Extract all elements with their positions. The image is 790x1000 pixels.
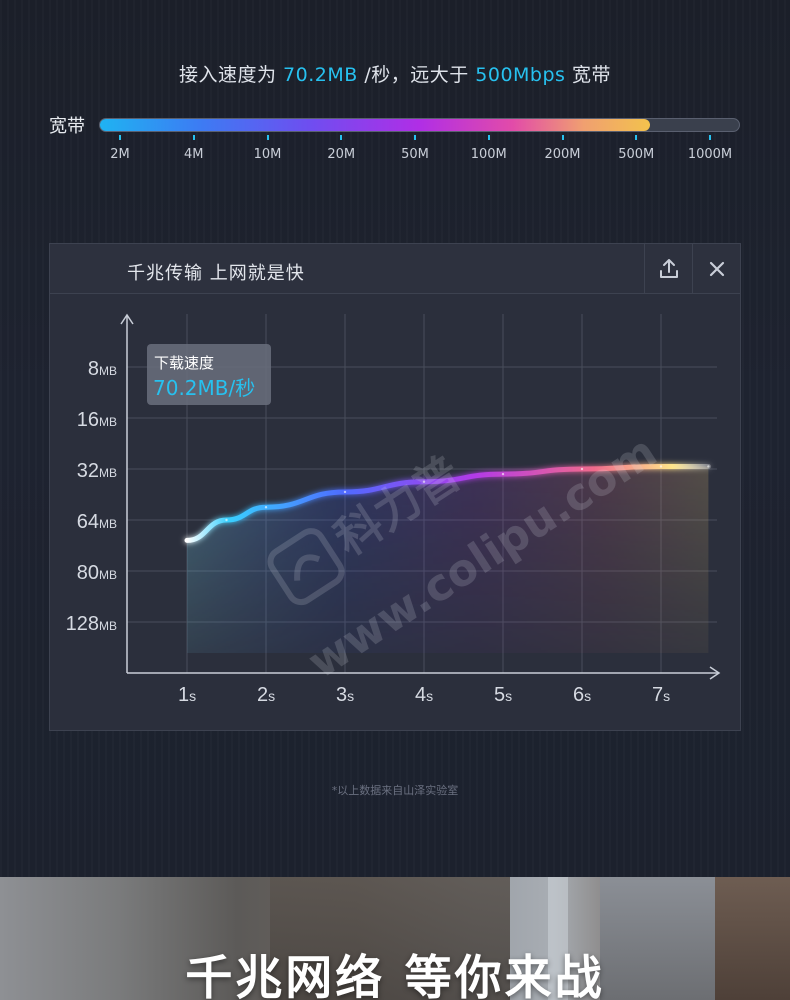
- series-point: [580, 467, 584, 471]
- bandwidth-tick-label: 10M: [253, 147, 282, 162]
- series-point: [185, 539, 189, 542]
- bandwidth-tick: [340, 135, 343, 140]
- series-point: [501, 472, 505, 476]
- footnote: *以上数据来自山泽实验室: [331, 784, 459, 797]
- x-tick-label: 3s: [336, 684, 354, 706]
- headline-speed: 70.2MB: [283, 64, 358, 86]
- banner-title: 千兆网络 等你来战: [185, 951, 605, 1000]
- bandwidth-tick: [192, 135, 195, 140]
- bandwidth-tick-label: 1000M: [687, 147, 733, 162]
- speed-line-chart: 128MB 80MB 64MB 32MB 16MB 8MB 1s 2s 3s 4s 5s 6s 7s 下载…: [66, 313, 721, 706]
- bandwidth-bar: [99, 118, 740, 132]
- series-point: [422, 480, 426, 483]
- bandwidth-tick-label: 500M: [618, 147, 655, 162]
- bandwidth-tick: [635, 135, 638, 140]
- bandwidth-tick: [414, 135, 416, 140]
- x-tick-label: 7s: [652, 684, 670, 706]
- series-point: [659, 465, 663, 468]
- bandwidth-tick: [119, 135, 121, 140]
- speed-callout: 下载速度 70.2MB/秒: [147, 344, 271, 405]
- series-point: [343, 490, 347, 494]
- bandwidth-tick-label: 100M: [470, 147, 507, 162]
- headline-middle: /秒，远大于: [357, 64, 476, 86]
- series-point: [707, 465, 710, 468]
- x-tick-label: 1s: [178, 684, 196, 706]
- headline-suffix: 宽带: [565, 64, 611, 86]
- series-area: [187, 466, 709, 653]
- series-point: [264, 506, 268, 509]
- bandwidth-tick-label: 2M: [110, 147, 130, 162]
- bandwidth-tick: [709, 135, 711, 140]
- callout-label: 下载速度: [154, 354, 214, 372]
- bandwidth-label: 宽带: [49, 116, 85, 137]
- headline-prefix: 接入速度为: [179, 64, 284, 86]
- callout-value: 70.2MB/秒: [153, 376, 255, 400]
- y-tick-label: 128MB: [66, 613, 117, 635]
- y-tick-label: 64MB: [77, 511, 117, 533]
- y-tick-label: 80MB: [77, 562, 117, 584]
- bandwidth-tick: [487, 135, 490, 140]
- speed-chart-panel: 千兆传输 上网就是快 128MB 80MB 64MB 32MB 16MB 8MB 1s 2s 3…: [49, 243, 741, 731]
- bandwidth-tick-label: 20M: [327, 147, 356, 162]
- x-tick-label: 5s: [494, 684, 512, 706]
- bandwidth-tick: [561, 135, 564, 140]
- bandwidth-tick-label: 50M: [401, 147, 429, 162]
- x-tick-label: 4s: [415, 684, 433, 706]
- bandwidth-bar-fill: [100, 119, 650, 131]
- x-tick-label: 2s: [257, 684, 275, 706]
- x-tick-label: 6s: [573, 684, 591, 706]
- y-tick-label: 16MB: [77, 409, 117, 431]
- bandwidth-tick: [266, 135, 269, 140]
- y-tick-label: 32MB: [77, 460, 117, 482]
- bottom-banner: 千兆网络 等你来战: [0, 877, 790, 1000]
- bandwidth-tick-label: 4M: [184, 147, 204, 162]
- bandwidth-tick-label: 200M: [544, 147, 581, 162]
- series-point: [225, 518, 228, 522]
- headline-bandwidth: 500Mbps: [475, 64, 566, 86]
- y-tick-label: 8MB: [88, 358, 117, 380]
- speed-headline: 接入速度为 70.2MB /秒，远大于 500Mbps 宽带: [0, 60, 790, 87]
